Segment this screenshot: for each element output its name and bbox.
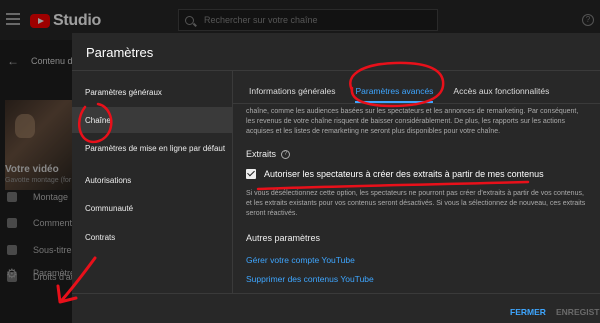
extraits-heading-row: Extraits ?: [246, 149, 586, 159]
tab-feature-access[interactable]: Accès aux fonctionnalités: [453, 81, 549, 103]
sidebar-item-upload-defaults[interactable]: Paramètres de mise en ligne par défaut: [72, 135, 232, 161]
tab-general-info[interactable]: Informations générales: [249, 81, 335, 103]
clips-checkbox[interactable]: [246, 169, 256, 179]
divider: [233, 103, 600, 104]
clips-description: Si vous désélectionnez cette option, les…: [246, 190, 586, 217]
dialog-title: Paramètres: [86, 45, 154, 60]
manage-account-link[interactable]: Gérer votre compte YouTube: [246, 255, 586, 265]
divider: [232, 71, 233, 293]
clips-option-row: Autoriser les spectateurs à créer des ex…: [246, 169, 586, 179]
divider: [72, 293, 600, 294]
sidebar-item-channel[interactable]: Chaîne: [72, 107, 232, 133]
save-button[interactable]: ENREGISTRER: [556, 307, 600, 317]
settings-tabs: Informations générales Paramètres avancé…: [249, 81, 569, 103]
settings-sidebar: Paramètres généraux Chaîne Paramètres de…: [72, 71, 232, 293]
advanced-settings-content: chaîne, comme les audiences basées sur l…: [246, 105, 586, 284]
sidebar-item-general[interactable]: Paramètres généraux: [72, 79, 232, 105]
other-settings-heading: Autres paramètres: [246, 233, 321, 243]
remarketing-text: chaîne, comme les audiences basées sur l…: [246, 108, 579, 135]
clips-checkbox-label[interactable]: Autoriser les spectateurs à créer des ex…: [264, 169, 544, 179]
sidebar-item-permissions[interactable]: Autorisations: [72, 167, 232, 193]
sidebar-item-contracts[interactable]: Contrats: [72, 224, 232, 250]
sidebar-item-community[interactable]: Communauté: [72, 195, 232, 221]
close-button[interactable]: FERMER: [510, 307, 546, 317]
remove-content-link[interactable]: Supprimer des contenus YouTube: [246, 274, 586, 284]
tab-advanced-settings[interactable]: Paramètres avancés: [355, 81, 434, 103]
info-icon[interactable]: ?: [281, 149, 291, 159]
extraits-heading: Extraits: [246, 149, 277, 159]
settings-dialog: Paramètres Paramètres généraux Chaîne Pa…: [72, 33, 600, 323]
